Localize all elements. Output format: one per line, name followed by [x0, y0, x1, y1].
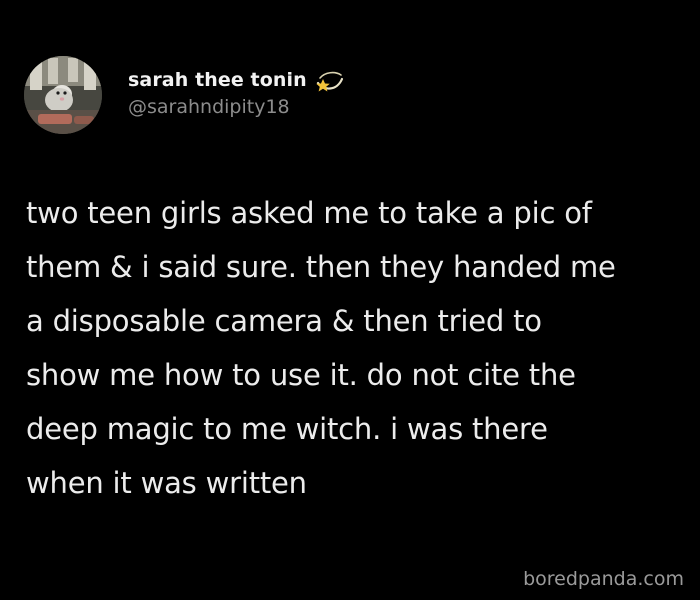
tweet-text: two teen girls asked me to take a pic of… [26, 186, 696, 510]
opossum-avatar-image [24, 56, 102, 134]
tweet-text-line: them & i said sure. then they handed me [26, 250, 616, 284]
tweet-text-line: two teen girls asked me to take a pic of [26, 196, 592, 230]
watermark: boredpanda.com [523, 568, 684, 590]
avatar[interactable] [24, 56, 102, 134]
author-handle[interactable]: @sarahndipity18 [128, 96, 345, 118]
tweet-header: sarah thee tonin @sarahndipity18 [24, 56, 345, 134]
tweet-card: sarah thee tonin @sarahndipity18 two tee… [0, 0, 700, 600]
tweet-text-line: a disposable camera & then tried to [26, 304, 542, 338]
dizzy-star-icon [315, 67, 345, 93]
author-names: sarah thee tonin @sarahndipity18 [128, 66, 345, 118]
display-name-row: sarah thee tonin [128, 66, 345, 94]
tweet-text-line: when it was written [26, 466, 307, 500]
tweet-text-line: deep magic to me witch. i was there [26, 412, 548, 446]
tweet-text-line: show me how to use it. do not cite the [26, 358, 576, 392]
display-name[interactable]: sarah thee tonin [128, 69, 307, 91]
